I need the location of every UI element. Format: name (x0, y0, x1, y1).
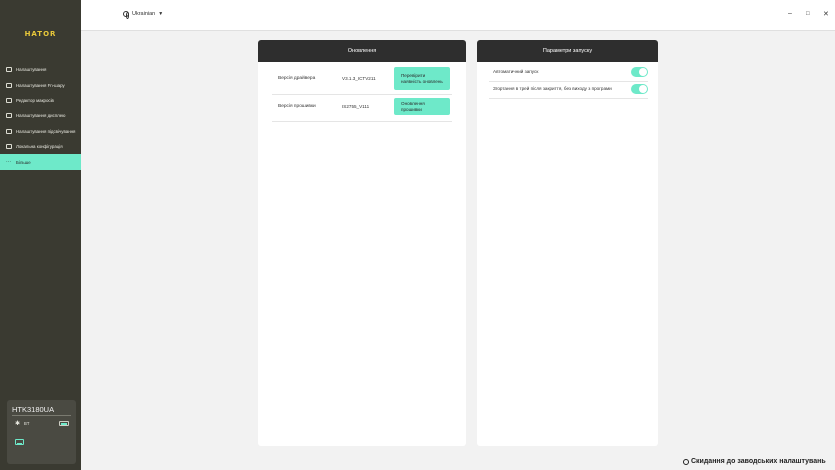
sidebar-nav: Налаштування Налаштування Fn-шару Редакт… (0, 62, 81, 170)
fn-keyboard-icon (6, 82, 12, 88)
reset-icon (683, 458, 689, 465)
light-icon (6, 128, 12, 134)
battery-icon (59, 421, 69, 426)
driver-version-label: Версія драйвера (278, 76, 316, 81)
sidebar: HATOR Налаштування Налаштування Fn-шару … (0, 0, 81, 470)
topbar-divider (81, 30, 835, 31)
sidebar-item-label: Налаштування підсвічування (16, 128, 76, 134)
language-label: Ukrainian (132, 11, 156, 17)
factory-reset-button[interactable]: Скидання до заводських налаштувань (683, 458, 826, 465)
sidebar-item-display[interactable]: Налаштування дисплею (0, 108, 81, 123)
updates-panel: Оновлення Версія драйвера V3.1.3_ICTV211… (258, 40, 466, 446)
firmware-version-label: Версія прошивки (278, 104, 316, 109)
close-icon[interactable]: ✕ (823, 10, 829, 18)
minimize-to-tray-row: Згортання в трей після закриття, без вих… (489, 82, 648, 99)
autostart-toggle[interactable] (631, 67, 648, 77)
sidebar-item-label: Більше (16, 159, 31, 165)
minimize-icon[interactable]: – (788, 10, 792, 17)
device-name: HTK3180UA (12, 405, 55, 414)
firmware-version-value: IS2755_V111 (342, 104, 370, 109)
driver-version-row: Версія драйвера V3.1.3_ICTV211 Перевірит… (272, 65, 452, 95)
bluetooth-icon: ✱ (15, 421, 21, 427)
macro-icon (6, 97, 12, 103)
sidebar-item-local-config[interactable]: Локальна конфігурація (0, 139, 81, 154)
divider (12, 415, 71, 416)
factory-reset-label: Скидання до заводських налаштувань (691, 458, 826, 465)
firmware-version-row: Версія прошивки IS2755_V111 Оновлення пр… (272, 95, 452, 122)
connection-label: BT (24, 421, 30, 426)
device-card: HTK3180UA ✱ BT (7, 400, 76, 464)
hator-logo: HATOR (24, 30, 57, 38)
globe-icon (123, 11, 130, 19)
panel-title: Оновлення (258, 40, 466, 62)
firmware-update-button[interactable]: Оновлення прошивки (394, 98, 450, 115)
sidebar-item-label: Редактор макросів (16, 97, 54, 103)
sidebar-item-fn-layer[interactable]: Налаштування Fn-шару (0, 77, 81, 92)
sidebar-item-label: Налаштування (16, 67, 47, 73)
sidebar-item-lighting[interactable]: Налаштування підсвічування (0, 124, 81, 139)
sidebar-item-label: Налаштування дисплею (16, 113, 66, 119)
sidebar-item-label: Налаштування Fn-шару (16, 82, 65, 88)
monitor-icon (6, 113, 12, 119)
sidebar-item-settings[interactable]: Налаштування (0, 62, 81, 77)
sidebar-item-macro-editor[interactable]: Редактор макросів (0, 93, 81, 108)
autostart-label: Автоматичний запуск (493, 69, 539, 74)
check-updates-button[interactable]: Перевірити наявність оновлень (394, 67, 450, 90)
minimize-to-tray-toggle[interactable] (631, 84, 648, 94)
sidebar-item-label: Локальна конфігурація (16, 144, 63, 150)
more-dots-icon: ··· (6, 158, 11, 165)
keyboard-device-icon[interactable] (15, 439, 24, 445)
sidebar-item-more[interactable]: ··· Більше (0, 154, 81, 170)
top-bar: Ukrainian ▼ – □ ✕ (81, 0, 835, 30)
connection-status: ✱ BT (15, 420, 29, 427)
panel-title: Параметри запуску (477, 40, 658, 62)
keyboard-icon (6, 67, 12, 73)
minimize-to-tray-label: Згортання в трей після закриття, без вих… (493, 86, 612, 91)
config-icon (6, 144, 12, 150)
autostart-row: Автоматичний запуск (489, 65, 648, 82)
language-selector[interactable]: Ukrainian ▼ (123, 11, 164, 19)
caret-down-icon: ▼ (158, 11, 164, 17)
driver-version-value: V3.1.3_ICTV211 (342, 76, 376, 81)
maximize-icon[interactable]: □ (806, 11, 810, 17)
startup-panel: Параметри запуску Автоматичний запуск Зг… (477, 40, 658, 446)
